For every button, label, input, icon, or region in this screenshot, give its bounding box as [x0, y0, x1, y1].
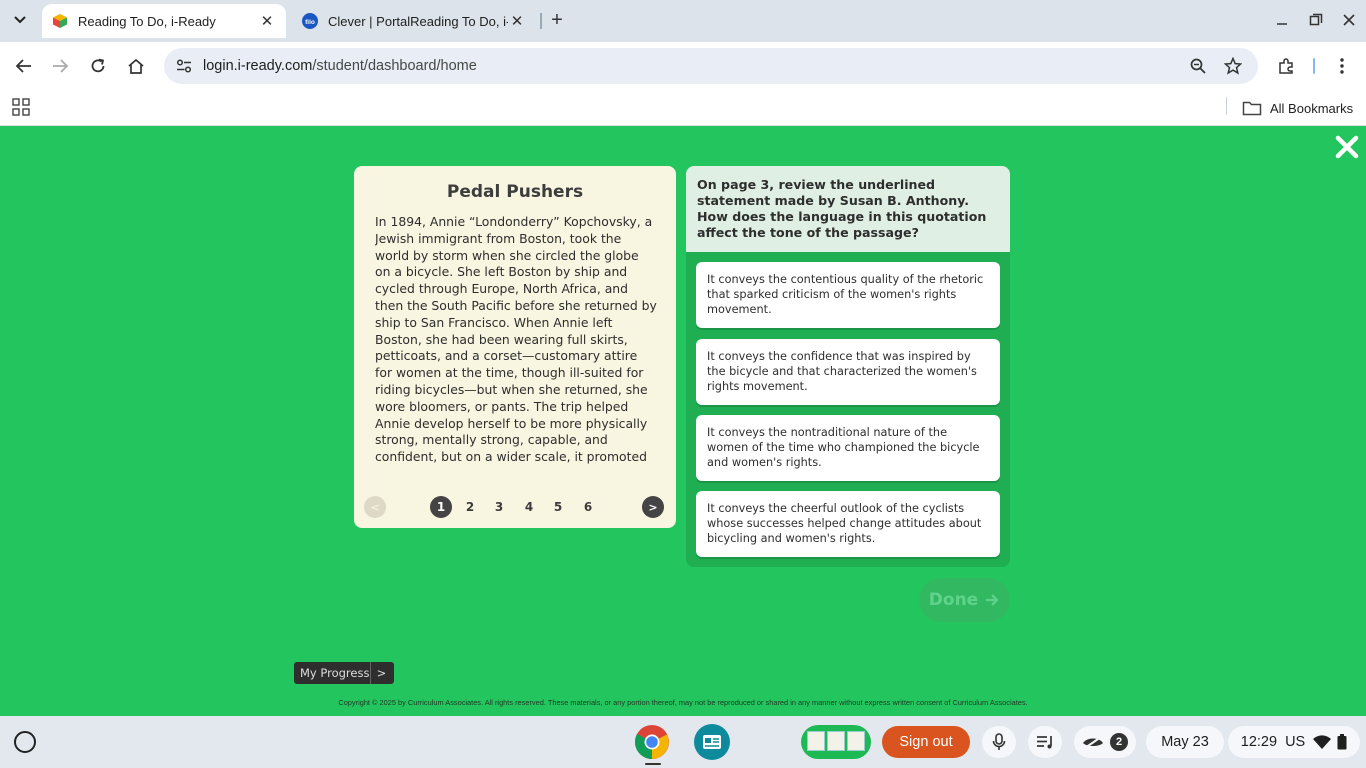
- thumbnail-page: [827, 731, 845, 751]
- passage-pager: < 1 2 3 4 5 6 >: [354, 494, 676, 518]
- home-icon[interactable]: [124, 54, 148, 78]
- tab-strip: Reading To Do, i-Ready ✕ filo Clever | P…: [0, 0, 1366, 42]
- apps-grid-icon[interactable]: [10, 96, 32, 118]
- answer-option-1[interactable]: It conveys the contentious quality of th…: [696, 262, 1000, 328]
- done-button[interactable]: Done: [919, 578, 1010, 622]
- page-2-button[interactable]: 2: [459, 496, 481, 518]
- page-3-button[interactable]: 3: [488, 496, 510, 518]
- more-menu-icon[interactable]: [1330, 54, 1354, 78]
- notification-count-badge: 2: [1110, 733, 1128, 751]
- system-shelf: Sign out 2 May 23 12:29 US: [0, 716, 1366, 768]
- status-area[interactable]: 12:29 US: [1228, 726, 1360, 758]
- site-info-icon[interactable]: [172, 54, 196, 78]
- notifications-pill[interactable]: 2: [1074, 726, 1136, 758]
- hidden-eye-icon: [1083, 736, 1103, 749]
- launcher-icon[interactable]: [14, 731, 36, 753]
- forward-arrow-icon[interactable]: [48, 54, 72, 78]
- thumbnail-page: [807, 731, 825, 751]
- page-5-button[interactable]: 5: [547, 496, 569, 518]
- chrome-icon[interactable]: [634, 724, 670, 760]
- classroom-card-icon[interactable]: [694, 724, 730, 760]
- thumbnail-page: [847, 731, 865, 751]
- close-tab-icon[interactable]: ✕: [508, 12, 526, 30]
- zoom-icon[interactable]: [1186, 54, 1210, 78]
- bookmarks-bar: All Bookmarks: [0, 90, 1366, 126]
- next-page-button[interactable]: >: [642, 496, 664, 518]
- done-label: Done: [928, 590, 979, 610]
- close-lesson-icon[interactable]: [1334, 134, 1360, 160]
- chevron-right-icon: >: [370, 662, 392, 684]
- date-pill[interactable]: May 23: [1146, 726, 1224, 758]
- question-prompt: On page 3, review the underlined stateme…: [686, 166, 1010, 252]
- restore-icon[interactable]: [1304, 8, 1328, 32]
- url-text: login.i-ready.com/student/dashboard/home: [203, 58, 477, 74]
- passage-text: In 1894, Annie “Londonderry” Kopchovsky,…: [375, 214, 657, 466]
- passage-title: Pedal Pushers: [446, 182, 584, 202]
- svg-text:filo: filo: [305, 19, 315, 26]
- wifi-icon: [1313, 735, 1332, 749]
- copyright-text: Copyright © 2025 by Curriculum Associate…: [338, 698, 1028, 707]
- battery-icon: [1337, 734, 1347, 750]
- clock-text: 12:29: [1240, 734, 1278, 750]
- extensions-puzzle-icon[interactable]: [1274, 54, 1298, 78]
- iready-cube-icon: [53, 14, 67, 28]
- microphone-icon[interactable]: [982, 726, 1016, 758]
- sign-out-button[interactable]: Sign out: [882, 726, 970, 758]
- page-4-button[interactable]: 4: [518, 496, 540, 518]
- window-thumbnail[interactable]: [801, 725, 871, 759]
- browser-toolbar: login.i-ready.com/student/dashboard/home: [0, 42, 1366, 90]
- question-card: On page 3, review the underlined stateme…: [686, 166, 1010, 567]
- my-progress-button[interactable]: My Progress >: [294, 662, 394, 684]
- running-indicator: [645, 763, 661, 765]
- close-tab-icon[interactable]: ✕: [258, 12, 276, 30]
- back-arrow-icon[interactable]: [12, 54, 36, 78]
- minimize-icon[interactable]: [1270, 8, 1294, 32]
- answer-option-4[interactable]: It conveys the cheerful outlook of the c…: [696, 491, 1000, 557]
- all-bookmarks-label: All Bookmarks: [1270, 100, 1354, 116]
- answer-option-2[interactable]: It conveys the confidence that was inspi…: [696, 339, 1000, 405]
- locale-text: US: [1285, 734, 1306, 750]
- folder-icon: [1242, 101, 1262, 116]
- my-progress-label: My Progress: [300, 666, 370, 680]
- previous-page-button[interactable]: <: [364, 496, 386, 518]
- tab-title: Reading To Do, i-Ready: [78, 13, 216, 29]
- page-1-button[interactable]: 1: [430, 496, 452, 518]
- filo-icon: filo: [302, 13, 318, 29]
- page-6-button[interactable]: 6: [577, 496, 599, 518]
- tab-title: Clever | PortalReading To Do, i-Ready: [328, 13, 508, 29]
- bookmarks-divider: [1226, 97, 1227, 115]
- arrow-right-icon: [986, 594, 999, 606]
- tab-clever[interactable]: filo Clever | PortalReading To Do, i-Rea…: [292, 4, 536, 38]
- all-bookmarks-button[interactable]: All Bookmarks: [1242, 95, 1353, 121]
- bookmark-star-icon[interactable]: [1221, 54, 1245, 78]
- passage-card: Pedal Pushers In 1894, Annie “Londonderr…: [354, 166, 676, 528]
- toolbar-divider: [1313, 58, 1315, 74]
- date-text: May 23: [1161, 734, 1209, 750]
- address-bar[interactable]: login.i-ready.com/student/dashboard/home: [164, 48, 1258, 84]
- close-window-icon[interactable]: [1337, 8, 1361, 32]
- media-controls-icon[interactable]: [1028, 726, 1062, 758]
- new-tab-plus-icon[interactable]: +: [546, 9, 568, 31]
- tab-iready[interactable]: Reading To Do, i-Ready ✕: [42, 4, 286, 38]
- tab-separator: [540, 13, 542, 29]
- answer-option-3[interactable]: It conveys the nontraditional nature of …: [696, 415, 1000, 481]
- reload-icon[interactable]: [86, 54, 110, 78]
- tab-search-chevron-icon[interactable]: [8, 8, 32, 32]
